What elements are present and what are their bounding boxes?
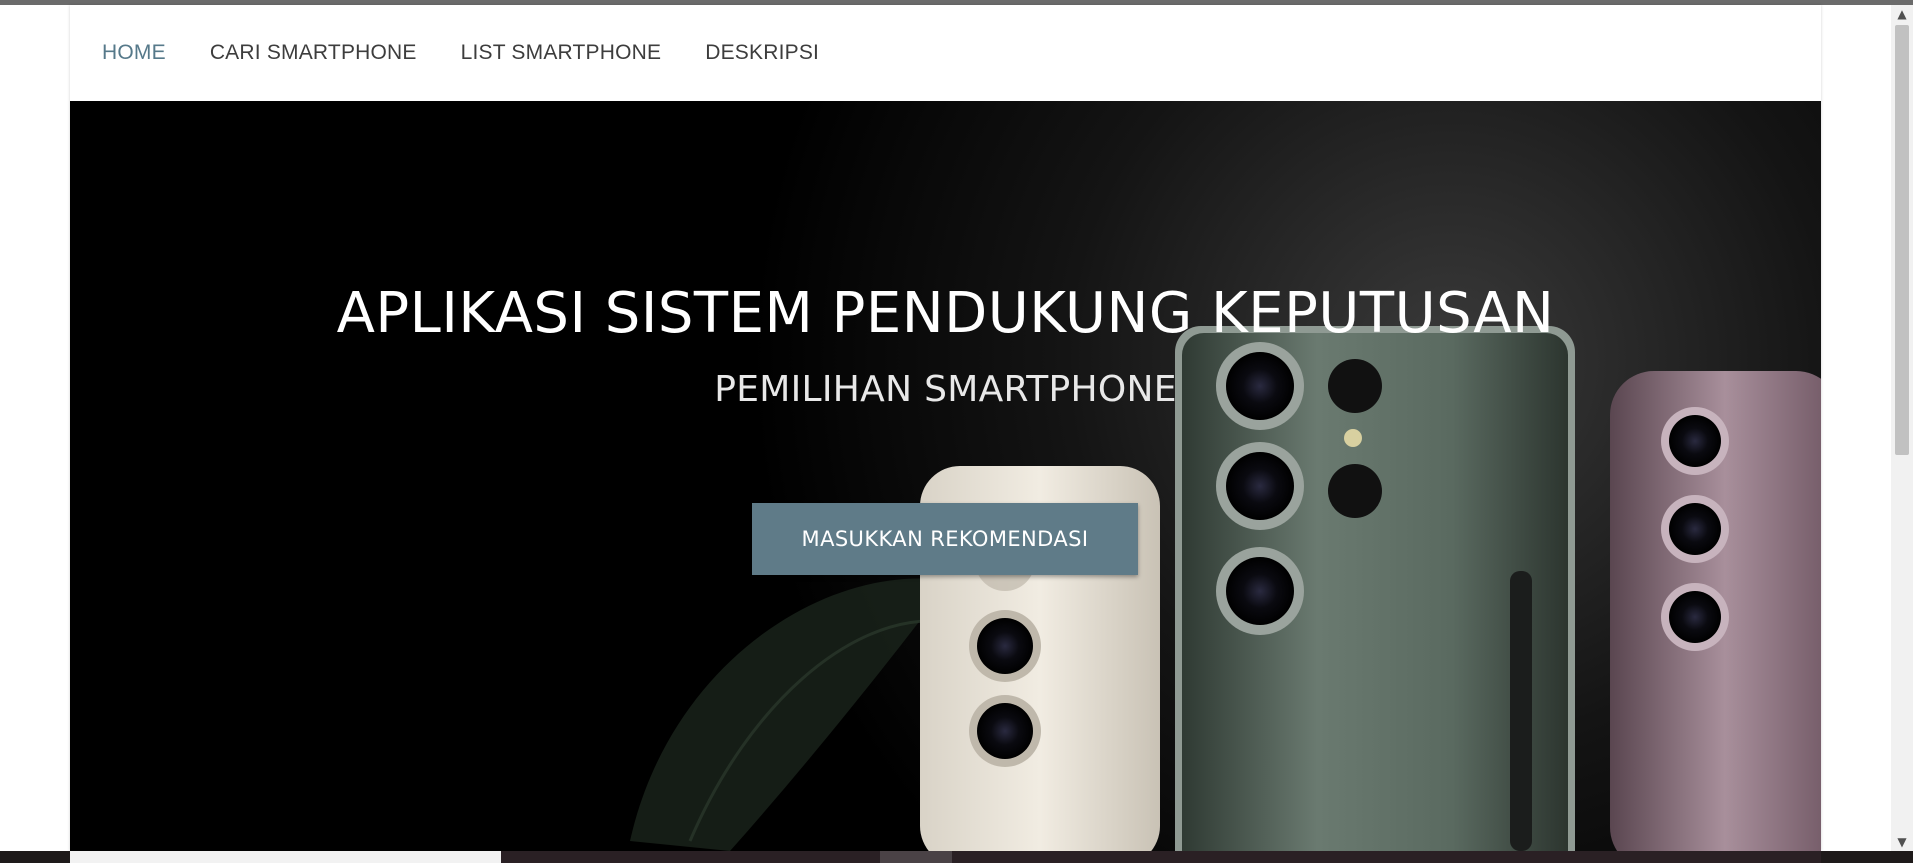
page-container: HOME CARI SMARTPHONE LIST SMARTPHONE DES… [70, 5, 1821, 851]
bottom-segment [880, 851, 952, 863]
nav-deskripsi[interactable]: DESKRIPSI [705, 41, 819, 65]
nav-list-smartphone[interactable]: LIST SMARTPHONE [461, 41, 662, 65]
hero-subtitle: PEMILIHAN SMARTPHONE [714, 369, 1177, 410]
nav-home[interactable]: HOME [102, 41, 166, 65]
bottom-segment [70, 851, 501, 863]
scrollbar-thumb[interactable] [1895, 25, 1909, 455]
navbar: HOME CARI SMARTPHONE LIST SMARTPHONE DES… [70, 5, 1821, 101]
chevron-down-icon[interactable]: ▼ [1891, 833, 1913, 851]
nav-links: HOME CARI SMARTPHONE LIST SMARTPHONE DES… [102, 41, 819, 65]
smartphones-image [70, 101, 1821, 851]
bottom-strip [0, 851, 1913, 863]
hero-banner: APLIKASI SISTEM PENDUKUNG KEPUTUSAN PEMI… [70, 101, 1821, 851]
nav-cari-smartphone[interactable]: CARI SMARTPHONE [210, 41, 417, 65]
hero-title: APLIKASI SISTEM PENDUKUNG KEPUTUSAN [336, 281, 1555, 346]
chevron-up-icon[interactable]: ▲ [1891, 5, 1913, 23]
bottom-segment [501, 851, 1821, 863]
page-scrollbar[interactable]: ▲ ▼ [1891, 5, 1913, 851]
masukkan-rekomendasi-button[interactable]: MASUKKAN REKOMENDASI [752, 503, 1138, 575]
